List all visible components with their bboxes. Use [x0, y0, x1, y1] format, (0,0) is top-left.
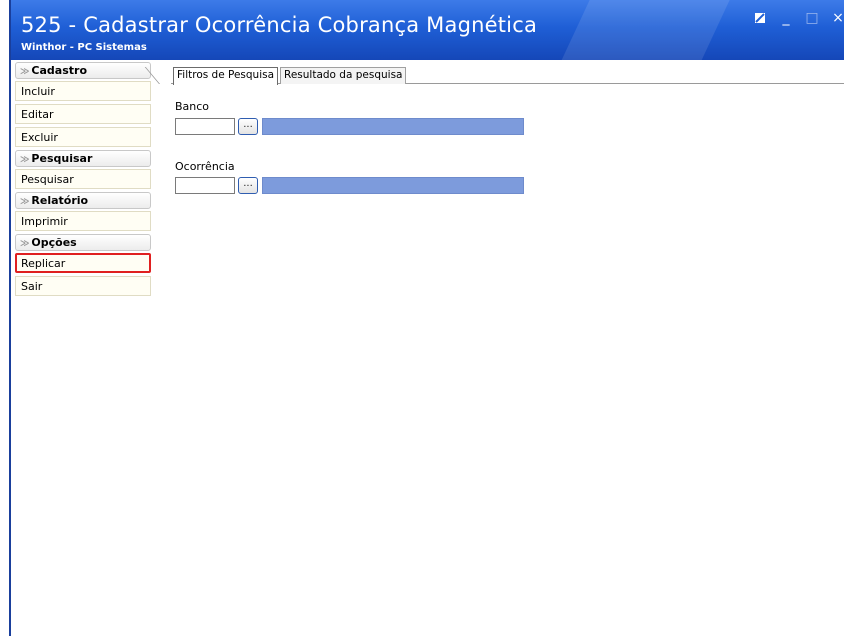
ocorrencia-description-field [262, 177, 524, 194]
tab-resultado-da-pesquisa[interactable]: Resultado da pesquisa [280, 67, 407, 84]
chevron-icon: ≫ [20, 239, 30, 249]
ocorrencia-label: Ocorrência [175, 160, 235, 173]
sidebar-group-title: Opções [31, 236, 77, 249]
sidebar: ≫ Cadastro Incluir Editar Excluir ≫ Pesqui… [11, 60, 153, 299]
sidebar-group-relatorio[interactable]: ≫ Relatório [15, 192, 151, 209]
banco-description-field [262, 118, 524, 135]
window-controls: _ □ × [752, 10, 844, 26]
sidebar-group-opcoes[interactable]: ≫ Opções [15, 234, 151, 251]
sidebar-group-title: Relatório [31, 194, 89, 207]
banco-label: Banco [175, 100, 210, 113]
minimize-icon[interactable]: _ [778, 10, 794, 26]
sidebar-group-title: Pesquisar [31, 152, 93, 165]
sidebar-item-pesquisar[interactable]: Pesquisar [15, 169, 151, 189]
ocorrencia-code-input[interactable] [175, 177, 235, 194]
application-window: 525 - Cadastrar Ocorrência Cobrança Magn… [9, 0, 844, 636]
window-subtitle: Winthor - PC Sistemas [21, 42, 147, 53]
sidebar-group-cadastro[interactable]: ≫ Cadastro [15, 62, 151, 79]
window-title: 525 - Cadastrar Ocorrência Cobrança Magn… [21, 13, 538, 37]
sidebar-item-replicar[interactable]: Replicar [15, 253, 151, 273]
chevron-icon: ≫ [20, 197, 30, 207]
banco-browse-button[interactable]: ... [238, 118, 258, 135]
sidebar-item-incluir[interactable]: Incluir [15, 81, 151, 101]
sidebar-item-imprimir[interactable]: Imprimir [15, 211, 151, 231]
sidebar-group-title: Cadastro [31, 64, 88, 77]
restore-icon[interactable] [752, 10, 768, 26]
title-bar[interactable]: 525 - Cadastrar Ocorrência Cobrança Magn… [11, 0, 844, 60]
chevron-icon: ≫ [20, 67, 30, 77]
chevron-icon: ≫ [20, 155, 30, 165]
close-icon[interactable]: × [830, 10, 844, 26]
banco-code-input[interactable] [175, 118, 235, 135]
sidebar-item-excluir[interactable]: Excluir [15, 127, 151, 147]
main-content: Filtros de Pesquisa Resultado da pesquis… [144, 60, 844, 636]
tab-filtros-de-pesquisa[interactable]: Filtros de Pesquisa [173, 67, 279, 85]
sidebar-item-sair[interactable]: Sair [15, 276, 151, 296]
sidebar-item-editar[interactable]: Editar [15, 104, 151, 124]
sidebar-group-pesquisar[interactable]: ≫ Pesquisar [15, 150, 151, 167]
maximize-icon: □ [805, 10, 819, 26]
ocorrencia-browse-button[interactable]: ... [238, 177, 258, 194]
